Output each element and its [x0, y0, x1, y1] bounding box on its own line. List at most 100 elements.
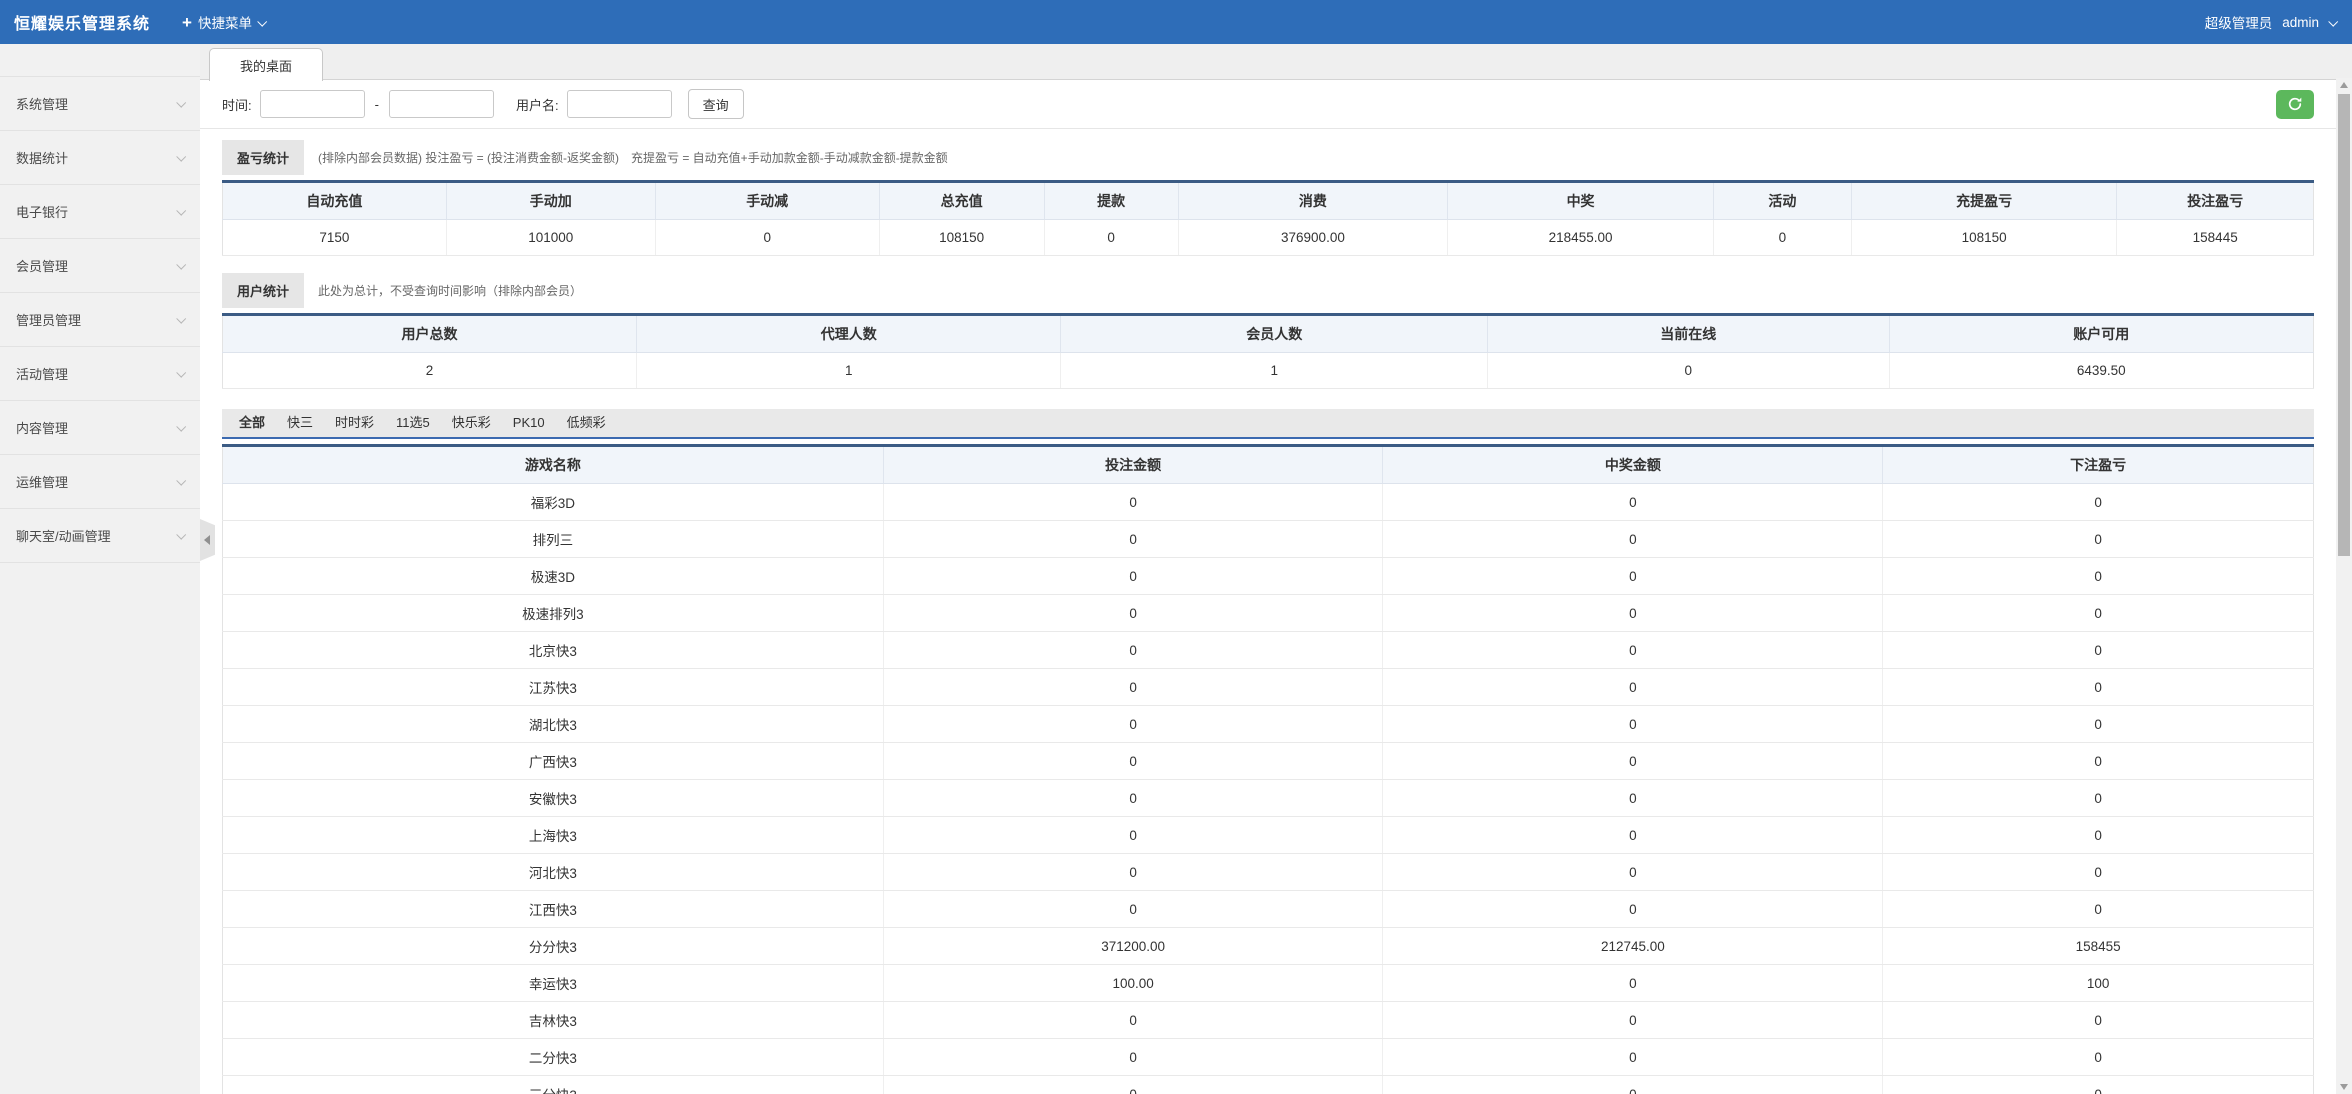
- table-cell: 江西快3: [223, 891, 884, 928]
- table-row: 吉林快3000: [223, 1002, 2314, 1039]
- column-header: 投注盈亏: [2117, 182, 2314, 220]
- column-header: 当前在线: [1488, 315, 1889, 353]
- time-start-input[interactable]: [260, 90, 365, 118]
- tab-my-desktop[interactable]: 我的桌面: [209, 48, 323, 81]
- table-cell: 0: [1883, 1076, 2314, 1094]
- table-cell: 0: [1383, 743, 1883, 780]
- table-row: 极速3D000: [223, 558, 2314, 595]
- column-header: 下注盈亏: [1883, 446, 2314, 484]
- table-row: 湖北快3000: [223, 706, 2314, 743]
- table-cell: 0: [883, 854, 1383, 891]
- table-cell: 0: [1883, 595, 2314, 632]
- sidebar-item-7[interactable]: 内容管理: [0, 401, 200, 455]
- table-cell: 0: [1488, 353, 1889, 389]
- column-header: 自动充值: [223, 182, 447, 220]
- user-name: admin: [2282, 15, 2319, 30]
- sidebar-item-3[interactable]: 电子银行: [0, 185, 200, 239]
- column-header: 中奖金额: [1383, 446, 1883, 484]
- game-tab-5[interactable]: 快乐彩: [441, 408, 502, 438]
- column-header: 活动: [1713, 182, 1851, 220]
- table-cell: 0: [883, 632, 1383, 669]
- sidebar-collapse-handle[interactable]: [200, 519, 215, 561]
- table-cell: 0: [1883, 521, 2314, 558]
- game-tab-1[interactable]: 全部: [228, 408, 276, 438]
- table-cell: 108150: [1851, 220, 2117, 256]
- chevron-down-icon: [257, 16, 267, 26]
- game-section: 全部快三时时彩11选5快乐彩PK10低频彩 游戏名称投注金额中奖金额下注盈亏福彩…: [222, 409, 2314, 1094]
- user-section-description: 此处为总计，不受查询时间影响（排除内部会员）: [318, 282, 582, 299]
- table-cell: 河北快3: [223, 854, 884, 891]
- table-cell: 0: [1883, 854, 2314, 891]
- chevron-down-icon: [176, 476, 186, 486]
- sidebar-item-1[interactable]: 系统管理: [0, 77, 200, 131]
- scrollbar-down-arrow-icon[interactable]: [2340, 1084, 2348, 1090]
- time-label: 时间:: [222, 95, 252, 114]
- game-tab-3[interactable]: 时时彩: [324, 408, 385, 438]
- table-cell: 0: [883, 780, 1383, 817]
- user-section-title: 用户统计: [222, 273, 304, 308]
- scrollbar-up-arrow-icon[interactable]: [2340, 82, 2348, 88]
- table-cell: 0: [1883, 632, 2314, 669]
- sidebar-item-5[interactable]: 管理员管理: [0, 293, 200, 347]
- time-end-input[interactable]: [389, 90, 494, 118]
- sidebar-item-4[interactable]: 会员管理: [0, 239, 200, 293]
- desktop-panel: 时间: - 用户名: 查询 盈亏统计 (排除内部会员数据) 投注盈亏 = (投注…: [200, 80, 2336, 1094]
- table-cell: 0: [655, 220, 879, 256]
- chevron-down-icon: [2328, 16, 2338, 26]
- table-cell: 108150: [879, 220, 1044, 256]
- table-cell: 0: [1383, 484, 1883, 521]
- table-cell: 158445: [2117, 220, 2314, 256]
- table-cell: 2: [223, 353, 637, 389]
- game-tab-7[interactable]: 低频彩: [556, 408, 617, 438]
- quick-menu-dropdown[interactable]: + 快捷菜单: [182, 12, 265, 32]
- table-cell: 极速排列3: [223, 595, 884, 632]
- profit-section-title: 盈亏统计: [222, 140, 304, 175]
- tab-bar: 我的桌面: [200, 44, 2336, 80]
- table-row: 江西快3000: [223, 891, 2314, 928]
- table-header-row: 用户总数代理人数会员人数当前在线账户可用: [223, 315, 2314, 353]
- sidebar-item-label: 系统管理: [16, 94, 68, 113]
- refresh-icon: [2287, 96, 2303, 112]
- sidebar-item-9[interactable]: 聊天室/动画管理: [0, 509, 200, 563]
- table-row: 三分快3000: [223, 1076, 2314, 1094]
- sidebar-item-6[interactable]: 活动管理: [0, 347, 200, 401]
- sidebar-item-label: 活动管理: [16, 364, 68, 383]
- user-menu[interactable]: 超级管理员 admin: [2205, 12, 2336, 32]
- sidebar-item-label: 内容管理: [16, 418, 68, 437]
- table-row: 福彩3D000: [223, 484, 2314, 521]
- table-cell: 0: [1383, 669, 1883, 706]
- sidebar-item-8[interactable]: 运维管理: [0, 455, 200, 509]
- table-cell: 排列三: [223, 521, 884, 558]
- query-button[interactable]: 查询: [688, 89, 744, 119]
- table-cell: 0: [1383, 1039, 1883, 1076]
- table-cell: 0: [883, 558, 1383, 595]
- game-tab-4[interactable]: 11选5: [385, 408, 441, 438]
- plus-icon: +: [182, 14, 192, 31]
- table-row: 715010100001081500376900.00218455.000108…: [223, 220, 2314, 256]
- chevron-down-icon: [176, 530, 186, 540]
- table-header-row: 自动充值手动加手动减总充值提款消费中奖活动充提盈亏投注盈亏: [223, 182, 2314, 220]
- game-tab-6[interactable]: PK10: [502, 408, 556, 438]
- table-cell: 0: [1383, 595, 1883, 632]
- table-cell: 0: [1383, 965, 1883, 1002]
- table-cell: 0: [1044, 220, 1178, 256]
- table-cell: 0: [1883, 669, 2314, 706]
- table-cell: 安徽快3: [223, 780, 884, 817]
- column-header: 手动减: [655, 182, 879, 220]
- sidebar-item-2[interactable]: 数据统计: [0, 131, 200, 185]
- scrollbar-thumb[interactable]: [2338, 94, 2350, 556]
- table-cell: 0: [883, 891, 1383, 928]
- top-navbar: 恒耀娱乐管理系统 + 快捷菜单 超级管理员 admin: [0, 0, 2352, 44]
- table-header-row: 游戏名称投注金额中奖金额下注盈亏: [223, 446, 2314, 484]
- game-tab-2[interactable]: 快三: [276, 408, 324, 438]
- refresh-button[interactable]: [2276, 90, 2314, 119]
- table-cell: 0: [883, 1076, 1383, 1094]
- user-section: 用户统计 此处为总计，不受查询时间影响（排除内部会员） 用户总数代理人数会员人数…: [222, 273, 2314, 389]
- username-input[interactable]: [567, 90, 672, 118]
- table-cell: 1: [1061, 353, 1488, 389]
- column-header: 中奖: [1448, 182, 1714, 220]
- table-cell: 0: [1383, 558, 1883, 595]
- table-cell: 极速3D: [223, 558, 884, 595]
- sidebar-item-label: 聊天室/动画管理: [16, 526, 111, 545]
- table-cell: 0: [1383, 780, 1883, 817]
